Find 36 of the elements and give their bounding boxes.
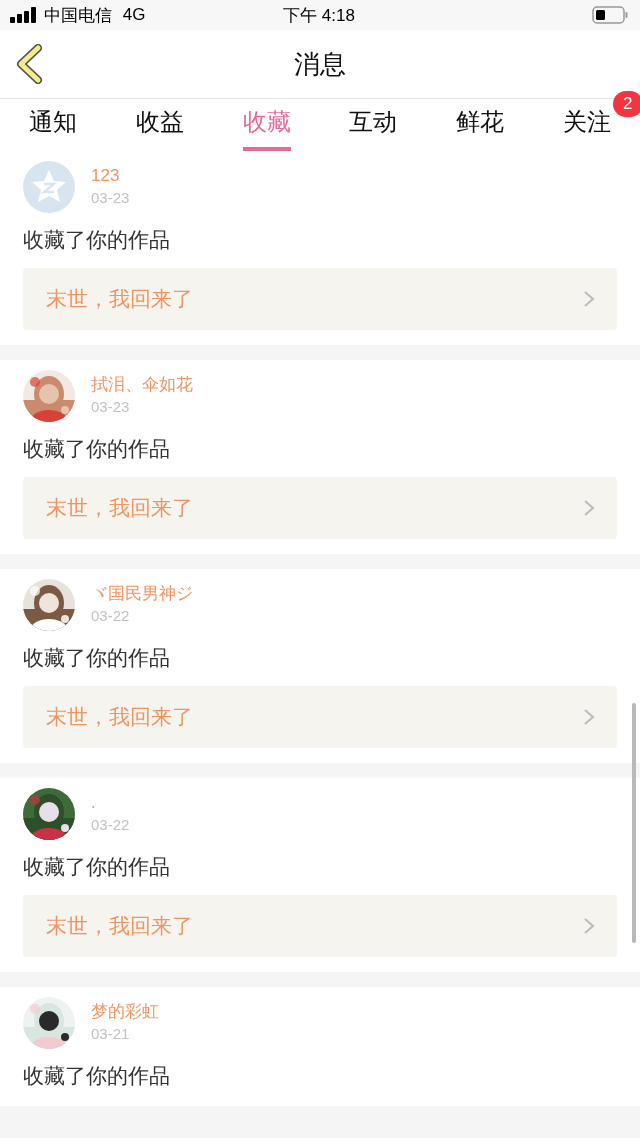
- message-date: 03-23: [91, 188, 130, 208]
- tab[interactable]: 鲜花: [456, 99, 504, 151]
- tab[interactable]: 互动: [349, 99, 398, 151]
- status-time: 下午 4:18: [283, 5, 355, 25]
- signal-icon: [10, 7, 38, 23]
- message-date: 03-22: [91, 815, 130, 835]
- user-name[interactable]: 拭泪、伞如花: [91, 375, 193, 395]
- tab[interactable]: 通知: [29, 99, 78, 151]
- message-date: 03-22: [91, 606, 131, 626]
- user-name[interactable]: .: [91, 793, 130, 813]
- message-date: 03-23: [91, 397, 131, 417]
- chevron-icon: [583, 708, 595, 726]
- message-text: 收藏了你的作品: [23, 645, 171, 671]
- work-link[interactable]: 末世，我回来了: [23, 477, 617, 539]
- work-link[interactable]: 末世，我回来了: [23, 895, 617, 957]
- back-icon[interactable]: [14, 44, 44, 84]
- message-date: 03-21: [91, 1024, 131, 1044]
- user-name[interactable]: ヾ国民男神ジ: [91, 584, 193, 604]
- count-badge: 2: [612, 91, 640, 117]
- work-link[interactable]: 末世，我回来了: [23, 686, 617, 748]
- network-type: 4G: [121, 5, 146, 25]
- tab[interactable]: 收益: [136, 99, 184, 151]
- chevron-icon: [583, 499, 595, 517]
- chevron-icon: [583, 917, 595, 935]
- battery-icon: [592, 6, 628, 24]
- page-title: 消息: [294, 47, 346, 81]
- message-text: 收藏了你的作品: [23, 854, 171, 880]
- chevron-icon: [583, 290, 595, 308]
- carrier-name: 中国电信: [44, 4, 112, 27]
- message-text: 收藏了你的作品: [23, 436, 171, 462]
- user-name[interactable]: 梦的彩虹: [91, 1002, 159, 1022]
- work-link[interactable]: 末世，我回来了: [23, 268, 617, 330]
- message-text: 收藏了你的作品: [23, 1063, 171, 1089]
- message-text: 收藏了你的作品: [23, 227, 171, 253]
- default-avatar-icon: [23, 161, 75, 213]
- user-name[interactable]: 123: [91, 166, 130, 186]
